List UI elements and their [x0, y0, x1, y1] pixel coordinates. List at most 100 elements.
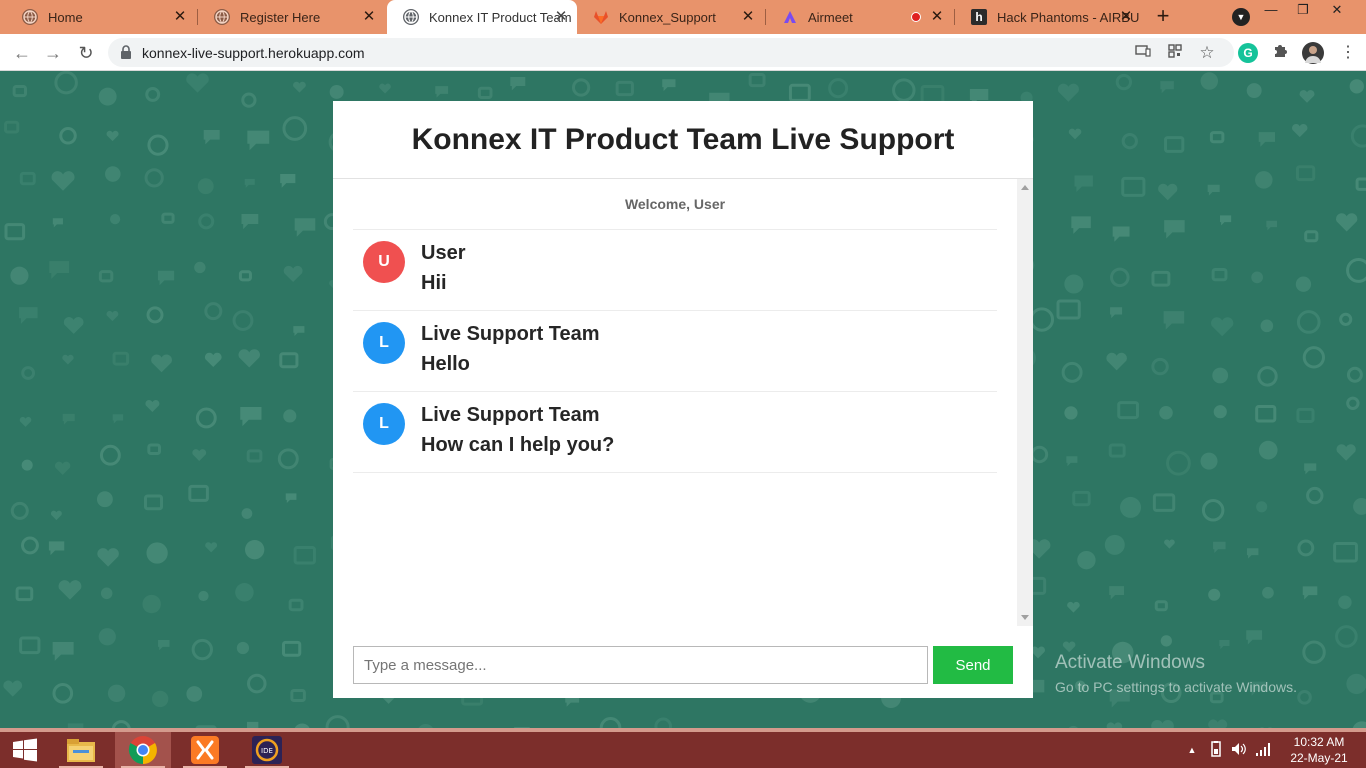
pattern-doodle: [290, 689, 306, 703]
page-background: Konnex IT Product Team Live Support Welc…: [0, 71, 1366, 732]
airmeet-icon: [782, 9, 798, 25]
tab-register[interactable]: Register Here ✕: [198, 0, 385, 34]
pattern-doodle: [62, 354, 74, 365]
forward-icon[interactable]: →: [42, 42, 64, 64]
scroll-down-arrow-icon[interactable]: [1021, 615, 1029, 620]
watermark-subtitle: Go to PC settings to activate Windows.: [1055, 679, 1297, 695]
globe-icon: [214, 9, 230, 25]
pattern-doodle: [293, 81, 306, 93]
chat-scrollbar[interactable]: [1017, 179, 1033, 626]
pattern-doodle: [280, 174, 296, 188]
scroll-up-arrow-icon[interactable]: [1021, 185, 1029, 190]
taskbar-clock[interactable]: 10:32 AM 22-May-21: [1286, 734, 1352, 766]
pattern-doodle: [1109, 586, 1125, 600]
menu-kebab-icon[interactable]: ⋮: [1340, 43, 1356, 63]
message-sender: User: [421, 242, 466, 264]
pattern-doodle: [244, 539, 265, 560]
pattern-doodle: [12, 85, 28, 98]
network-signal-icon[interactable]: [1255, 741, 1271, 759]
pattern-doodle: [1212, 367, 1229, 384]
chrome-icon[interactable]: [115, 732, 171, 768]
pattern-doodle: [106, 310, 119, 322]
tray-overflow-icon[interactable]: ▲: [1184, 741, 1200, 759]
tab-airmeet[interactable]: Airmeet ✕: [766, 0, 953, 34]
message-list[interactable]: Welcome, User U User Hii L Live Support …: [333, 179, 1033, 626]
back-icon[interactable]: ←: [11, 42, 33, 64]
pattern-doodle: [1166, 450, 1191, 476]
cast-icon[interactable]: [1134, 44, 1152, 62]
pattern-doodle: [241, 92, 257, 108]
file-explorer-icon[interactable]: [53, 732, 109, 768]
pattern-doodle: [1260, 319, 1274, 333]
send-button[interactable]: Send: [933, 646, 1013, 684]
pattern-doodle: [1064, 406, 1078, 420]
message-sender: Live Support Team: [421, 404, 600, 426]
windows-start-icon[interactable]: [0, 732, 50, 768]
pattern-doodle: [1164, 539, 1175, 549]
close-tab-icon[interactable]: ✕: [740, 9, 756, 25]
grammarly-icon[interactable]: G: [1238, 43, 1258, 63]
qr-code-icon[interactable]: [1166, 44, 1184, 62]
pattern-doodle: [1246, 83, 1262, 99]
close-tab-icon[interactable]: ✕: [172, 9, 188, 25]
pattern-doodle: [1336, 444, 1356, 461]
new-tab-button[interactable]: +: [1152, 5, 1174, 27]
message-text: Hello: [421, 353, 470, 375]
pattern-doodle: [3, 680, 23, 697]
pattern-doodle: [1110, 307, 1123, 319]
pattern-doodle: [198, 590, 209, 602]
minimize-icon[interactable]: —: [1256, 0, 1286, 34]
pattern-doodle: [510, 76, 526, 91]
pattern-doodle: [247, 673, 267, 694]
pattern-doodle: [1220, 215, 1232, 226]
pattern-doodle: [98, 628, 116, 646]
reload-icon[interactable]: ↻: [75, 42, 97, 64]
volume-icon[interactable]: [1231, 741, 1247, 759]
java-ee-ide-icon[interactable]: IDE: [239, 732, 295, 768]
close-window-icon[interactable]: ✕: [1322, 0, 1352, 34]
close-tab-icon[interactable]: ✕: [361, 9, 377, 25]
message-item: L Live Support Team How can I help you?: [353, 392, 997, 473]
pattern-doodle: [1121, 132, 1138, 150]
restore-icon[interactable]: ❐: [1288, 0, 1318, 34]
url-text: konnex-live-support.herokuapp.com: [142, 45, 365, 61]
pattern-doodle: [52, 683, 74, 704]
bookmark-star-icon[interactable]: ☆: [1198, 44, 1216, 62]
address-bar[interactable]: konnex-live-support.herokuapp.com ☆: [108, 38, 1234, 67]
close-tab-icon[interactable]: ✕: [1118, 9, 1134, 25]
pattern-doodle: [293, 326, 305, 337]
tab-search-icon[interactable]: ▼: [1232, 8, 1250, 26]
close-tab-icon[interactable]: ✕: [929, 9, 945, 25]
close-tab-icon[interactable]: ✕: [553, 9, 569, 25]
pattern-doodle: [10, 266, 29, 285]
pattern-doodle: [63, 317, 84, 334]
pattern-doodle: [1346, 673, 1366, 695]
pattern-doodle: [15, 586, 34, 602]
pattern-doodle: [238, 270, 252, 282]
tab-konnex-support[interactable]: Konnex_Support ✕: [577, 0, 764, 34]
battery-icon[interactable]: [1208, 741, 1224, 759]
pattern-doodle: [477, 86, 493, 100]
message-input[interactable]: [353, 646, 928, 684]
pattern-doodle: [204, 352, 222, 368]
pattern-doodle: [157, 270, 175, 286]
pattern-doodle: [1117, 401, 1139, 420]
pattern-doodle: [142, 594, 161, 614]
lock-icon: [121, 45, 131, 59]
profile-avatar[interactable]: [1302, 42, 1324, 64]
extensions-puzzle-icon[interactable]: [1270, 43, 1290, 63]
pattern-doodle: [1108, 443, 1126, 458]
pattern-doodle: [112, 414, 124, 424]
pattern-doodle: [186, 686, 203, 702]
pattern-doodle: [1110, 267, 1130, 288]
recording-icon: [911, 12, 921, 22]
xampp-icon[interactable]: [177, 732, 233, 768]
tab-hack-phantoms[interactable]: h Hack Phantoms - AIRBU ✕: [955, 0, 1142, 34]
avatar: L: [363, 322, 405, 364]
chat-card: Konnex IT Product Team Live Support Welc…: [333, 101, 1033, 698]
tab-home[interactable]: Home ✕: [6, 0, 196, 34]
pattern-doodle: [247, 130, 270, 151]
tab-konnex-live-support[interactable]: Konnex IT Product Team ✕: [387, 0, 577, 34]
pattern-doodle: [1302, 346, 1325, 369]
pattern-doodle: [1302, 586, 1318, 600]
